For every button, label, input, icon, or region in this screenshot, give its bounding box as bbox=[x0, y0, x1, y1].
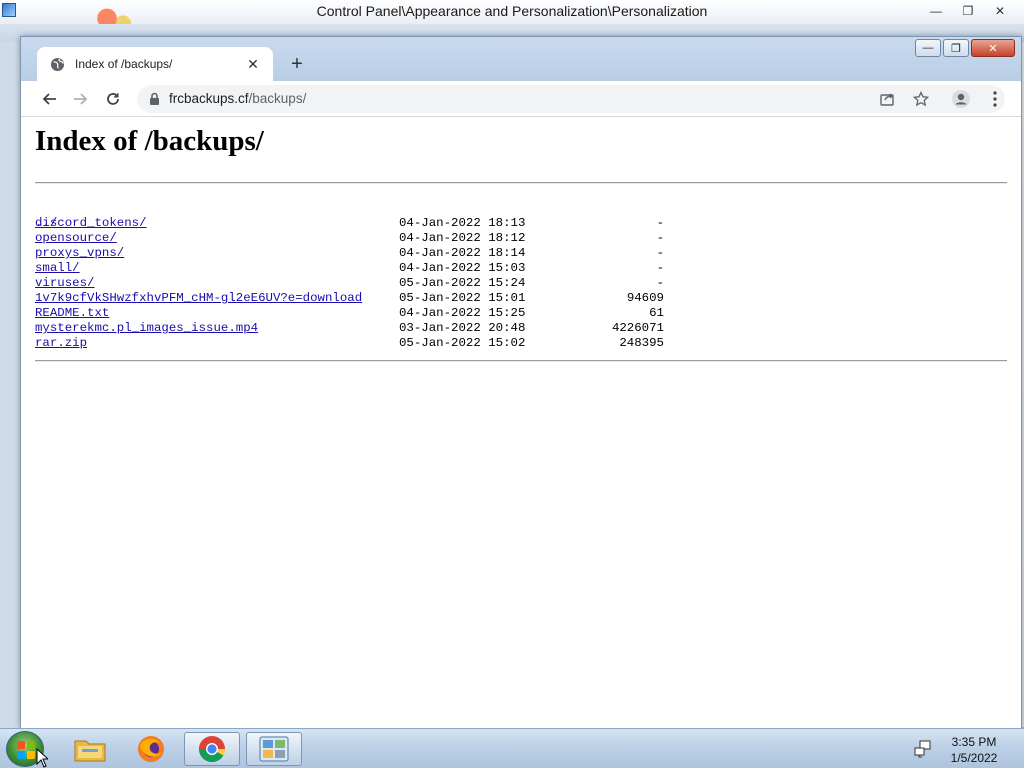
entry-size: - bbox=[656, 216, 664, 230]
menu-icon[interactable] bbox=[983, 87, 1007, 111]
entry-date: 03-Jan-2022 20:48 bbox=[399, 321, 526, 335]
minimize-icon[interactable]: — bbox=[915, 39, 941, 57]
reload-icon[interactable] bbox=[101, 87, 125, 111]
entry-size: 4226071 bbox=[611, 321, 664, 335]
list-item: discord_tokens/04-Jan-2022 18:13 - bbox=[35, 216, 664, 231]
entry-date: 05-Jan-2022 15:02 bbox=[399, 336, 526, 350]
divider-top bbox=[35, 182, 1007, 184]
firefox-button[interactable] bbox=[123, 732, 179, 766]
minimize-icon[interactable]: — bbox=[922, 2, 950, 20]
address-bar[interactable]: frcbackups.cf/backups/ bbox=[137, 85, 1005, 113]
entry-link[interactable]: mysterekmc.pl_images_issue.mp4 bbox=[35, 321, 258, 336]
folder-icon bbox=[74, 740, 106, 762]
divider-bottom bbox=[35, 360, 1007, 362]
system-clock[interactable]: 3:35 PM 1/5/2022 bbox=[942, 734, 1006, 766]
mouse-cursor-icon bbox=[36, 748, 48, 768]
chrome-window: Index of /backups/ ✕ + — ❐ ✕ frcbackups.… bbox=[20, 36, 1022, 728]
list-item: mysterekmc.pl_images_issue.mp4 03-Jan-202… bbox=[35, 321, 664, 336]
file-explorer-button[interactable] bbox=[62, 732, 118, 766]
entry-size: 94609 bbox=[626, 291, 664, 305]
entry-date: 04-Jan-2022 18:12 bbox=[399, 231, 526, 245]
list-item: 1v7k9cfVkSHwzfxhvPFM_cHM-gl2eE6UV?e=down… bbox=[35, 291, 664, 306]
control-panel-taskbar-button[interactable] bbox=[246, 732, 302, 766]
taskbar: 3:35 PM 1/5/2022 bbox=[0, 728, 1024, 768]
bookmark-star-icon[interactable] bbox=[911, 89, 931, 109]
list-item: opensource/04-Jan-2022 18:12 - bbox=[35, 231, 664, 246]
tab-close-icon[interactable]: ✕ bbox=[243, 54, 263, 74]
chrome-window-controls: — ❐ ✕ bbox=[915, 39, 1015, 57]
tab-strip: Index of /backups/ ✕ + — ❐ ✕ bbox=[21, 37, 1021, 81]
entry-size: 248395 bbox=[619, 336, 664, 350]
entry-size: - bbox=[656, 276, 664, 290]
entry-date: 04-Jan-2022 15:25 bbox=[399, 306, 526, 320]
close-icon[interactable]: ✕ bbox=[986, 2, 1014, 20]
entry-link[interactable]: discord_tokens/ bbox=[35, 216, 147, 231]
entry-size: - bbox=[656, 261, 664, 275]
entry-date: 04-Jan-2022 15:03 bbox=[399, 261, 526, 275]
control-panel-titlebar[interactable]: Control Panel\Appearance and Personaliza… bbox=[0, 0, 1024, 34]
profile-icon[interactable] bbox=[949, 87, 973, 111]
list-item: proxys_vpns/04-Jan-2022 18:14 - bbox=[35, 246, 664, 261]
lock-icon[interactable] bbox=[149, 92, 160, 110]
entry-size: - bbox=[656, 246, 664, 260]
page-viewport: Index of /backups/ ../ discord_tokens/04… bbox=[21, 117, 1021, 728]
url-host: frcbackups.cf bbox=[169, 91, 249, 106]
entry-date: 05-Jan-2022 15:01 bbox=[399, 291, 526, 305]
entry-size: - bbox=[656, 231, 664, 245]
globe-icon bbox=[49, 56, 65, 72]
entry-link[interactable]: opensource/ bbox=[35, 231, 117, 246]
list-item: small/04-Jan-2022 15:03 - bbox=[35, 261, 664, 276]
entry-date: 04-Jan-2022 18:14 bbox=[399, 246, 526, 260]
control-panel-icon bbox=[259, 736, 289, 762]
entry-link[interactable]: proxys_vpns/ bbox=[35, 246, 124, 261]
entry-date: 04-Jan-2022 18:13 bbox=[399, 216, 526, 230]
forward-icon[interactable] bbox=[69, 87, 93, 111]
share-icon[interactable] bbox=[877, 89, 897, 109]
control-panel-title: Control Panel\Appearance and Personaliza… bbox=[316, 3, 708, 19]
entry-link[interactable]: README.txt bbox=[35, 306, 109, 321]
list-item: rar.zip 05-Jan-2022 15:02 248395 bbox=[35, 336, 664, 351]
chrome-taskbar-button[interactable] bbox=[184, 732, 240, 766]
clock-date: 1/5/2022 bbox=[950, 751, 998, 765]
entry-size: 61 bbox=[649, 306, 664, 320]
restore-icon[interactable]: ❐ bbox=[943, 39, 969, 57]
entry-link[interactable]: 1v7k9cfVkSHwzfxhvPFM_cHM-gl2eE6UV?e=down… bbox=[35, 291, 362, 306]
entry-date: 05-Jan-2022 15:24 bbox=[399, 276, 526, 290]
url-path: /backups/ bbox=[248, 91, 307, 106]
control-panel-window-controls: — ❐ ✕ bbox=[922, 2, 1014, 20]
browser-toolbar: frcbackups.cf/backups/ bbox=[21, 81, 1021, 117]
network-icon[interactable] bbox=[914, 740, 932, 758]
list-item: README.txt 04-Jan-2022 15:25 61 bbox=[35, 306, 664, 321]
control-panel-sidebar bbox=[0, 42, 20, 728]
entry-link[interactable]: viruses/ bbox=[35, 276, 95, 291]
close-icon[interactable]: ✕ bbox=[971, 39, 1015, 57]
firefox-icon bbox=[138, 736, 164, 762]
entry-link[interactable]: small/ bbox=[35, 261, 80, 276]
file-listing: ../ discord_tokens/04-Jan-2022 18:13- ope… bbox=[35, 199, 664, 351]
chrome-icon bbox=[198, 736, 226, 763]
new-tab-button[interactable]: + bbox=[285, 52, 309, 76]
entry-link[interactable]: rar.zip bbox=[35, 336, 87, 351]
url-text: frcbackups.cf/backups/ bbox=[169, 91, 306, 106]
active-tab[interactable]: Index of /backups/ ✕ bbox=[37, 47, 273, 81]
entries-list: discord_tokens/04-Jan-2022 18:13- opensou… bbox=[35, 216, 664, 351]
restore-icon[interactable]: ❐ bbox=[954, 2, 982, 20]
clock-time: 3:35 PM bbox=[951, 735, 997, 749]
list-item-parent: ../ bbox=[35, 201, 95, 230]
page-title: Index of /backups/ bbox=[35, 125, 264, 157]
list-item: viruses/05-Jan-2022 15:24 - bbox=[35, 276, 664, 291]
back-icon[interactable] bbox=[37, 87, 61, 111]
tab-title: Index of /backups/ bbox=[75, 57, 173, 71]
